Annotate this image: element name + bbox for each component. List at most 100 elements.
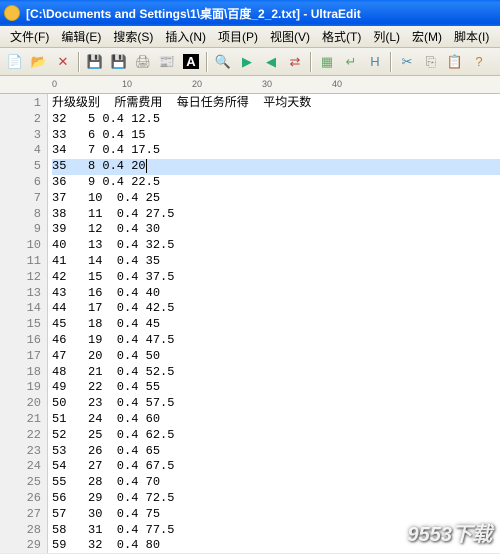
line-number: 16: [2, 333, 41, 349]
line-number: 17: [2, 349, 41, 365]
editor-line[interactable]: 45 18 0.4 45: [52, 317, 500, 333]
editor-line[interactable]: 35 8 0.4 20: [52, 159, 500, 175]
open-folder-icon[interactable]: 📂: [28, 51, 50, 73]
line-number: 4: [2, 143, 41, 159]
ruler-mark: 40: [332, 79, 342, 89]
menu-2[interactable]: 搜索(S): [107, 26, 159, 47]
editor-line[interactable]: 59 32 0.4 80: [52, 538, 500, 554]
editor-line[interactable]: 36 9 0.4 22.5: [52, 175, 500, 191]
editor-line[interactable]: 42 15 0.4 37.5: [52, 270, 500, 286]
editor-line[interactable]: 43 16 0.4 40: [52, 286, 500, 302]
help-icon[interactable]: ?: [468, 51, 490, 73]
save-all-icon[interactable]: 💾: [108, 51, 130, 73]
line-number: 3: [2, 128, 41, 144]
find-next-icon[interactable]: ▶: [236, 51, 258, 73]
line-number: 1: [2, 96, 41, 112]
line-number: 2: [2, 112, 41, 128]
ruler-mark: 0: [52, 79, 57, 89]
app-icon: [4, 5, 20, 21]
menu-3[interactable]: 插入(N): [159, 26, 212, 47]
new-file-icon[interactable]: 📄: [4, 51, 26, 73]
line-number: 14: [2, 301, 41, 317]
toolbar-separator: [390, 52, 392, 72]
editor-line[interactable]: 39 12 0.4 30: [52, 222, 500, 238]
editor-line[interactable]: 57 30 0.4 75: [52, 507, 500, 523]
menu-7[interactable]: 列(L): [367, 26, 406, 47]
editor-line[interactable]: 58 31 0.4 77.5: [52, 523, 500, 539]
print-icon[interactable]: 🖨: [132, 51, 154, 73]
editor-line[interactable]: 49 22 0.4 55: [52, 380, 500, 396]
editor-line[interactable]: 33 6 0.4 15: [52, 128, 500, 144]
titlebar: [C:\Documents and Settings\1\桌面\百度_2_2.t…: [0, 0, 500, 26]
editor-line[interactable]: 55 28 0.4 70: [52, 475, 500, 491]
menu-0[interactable]: 文件(F): [4, 26, 55, 47]
editor-line[interactable]: 34 7 0.4 17.5: [52, 143, 500, 159]
line-number: 15: [2, 317, 41, 333]
line-number: 12: [2, 270, 41, 286]
line-number: 13: [2, 286, 41, 302]
line-number: 18: [2, 365, 41, 381]
editor-line[interactable]: 54 27 0.4 67.5: [52, 459, 500, 475]
cut-icon[interactable]: ✂: [396, 51, 418, 73]
ruler-mark: 10: [122, 79, 132, 89]
editor-line[interactable]: 53 26 0.4 65: [52, 444, 500, 460]
editor-line[interactable]: 44 17 0.4 42.5: [52, 301, 500, 317]
line-number: 9: [2, 222, 41, 238]
print-preview-icon[interactable]: 📰: [156, 51, 178, 73]
ruler-mark: 30: [262, 79, 272, 89]
editor-line[interactable]: 51 24 0.4 60: [52, 412, 500, 428]
toolbar-separator: [78, 52, 80, 72]
editor-line[interactable]: 32 5 0.4 12.5: [52, 112, 500, 128]
window-title: [C:\Documents and Settings\1\桌面\百度_2_2.t…: [26, 5, 496, 22]
editor-line[interactable]: 48 21 0.4 52.5: [52, 365, 500, 381]
line-number: 10: [2, 238, 41, 254]
paste-icon[interactable]: 📋: [444, 51, 466, 73]
save-icon[interactable]: 💾: [84, 51, 106, 73]
editor-line[interactable]: 升级级别 所需费用 每日任务所得 平均天数: [52, 96, 500, 112]
editor-line[interactable]: 52 25 0.4 62.5: [52, 428, 500, 444]
menubar: 文件(F)编辑(E)搜索(S)插入(N)项目(P)视图(V)格式(T)列(L)宏…: [0, 26, 500, 48]
column-mode-icon[interactable]: ▦: [316, 51, 338, 73]
text-caret: [146, 159, 147, 173]
toolbar-separator: [206, 52, 208, 72]
editor-area: 1234567891011121314151617181920212223242…: [0, 94, 500, 553]
menu-4[interactable]: 项目(P): [212, 26, 264, 47]
line-number: 21: [2, 412, 41, 428]
editor-line[interactable]: 37 10 0.4 25: [52, 191, 500, 207]
hex-icon[interactable]: H: [364, 51, 386, 73]
menu-5[interactable]: 视图(V): [264, 26, 316, 47]
mark-icon[interactable]: A: [180, 51, 202, 73]
line-number: 24: [2, 459, 41, 475]
line-number: 11: [2, 254, 41, 270]
menu-8[interactable]: 宏(M): [406, 26, 448, 47]
toolbar: 📄📂✕💾💾🖨📰A🔍▶◀⇄▦↵H✂⎘📋?: [0, 48, 500, 76]
line-number-gutter: 1234567891011121314151617181920212223242…: [0, 94, 48, 553]
menu-1[interactable]: 编辑(E): [55, 26, 107, 47]
editor-line[interactable]: 46 19 0.4 47.5: [52, 333, 500, 349]
ruler: 010203040: [0, 76, 500, 94]
wrap-icon[interactable]: ↵: [340, 51, 362, 73]
editor-line[interactable]: 40 13 0.4 32.5: [52, 238, 500, 254]
editor-line[interactable]: 41 14 0.4 35: [52, 254, 500, 270]
editor-line[interactable]: 47 20 0.4 50: [52, 349, 500, 365]
line-number: 26: [2, 491, 41, 507]
text-editor[interactable]: 升级级别 所需费用 每日任务所得 平均天数32 5 0.4 12.533 6 0…: [48, 94, 500, 553]
find-icon[interactable]: 🔍: [212, 51, 234, 73]
editor-line[interactable]: 50 23 0.4 57.5: [52, 396, 500, 412]
menu-6[interactable]: 格式(T): [316, 26, 367, 47]
line-number: 8: [2, 207, 41, 223]
line-number: 23: [2, 444, 41, 460]
editor-line[interactable]: 56 29 0.4 72.5: [52, 491, 500, 507]
line-number: 28: [2, 523, 41, 539]
line-number: 20: [2, 396, 41, 412]
editor-line[interactable]: 38 11 0.4 27.5: [52, 207, 500, 223]
copy-icon[interactable]: ⎘: [420, 51, 442, 73]
line-number: 5: [2, 159, 41, 175]
find-prev-icon[interactable]: ◀: [260, 51, 282, 73]
replace-icon[interactable]: ⇄: [284, 51, 306, 73]
line-number: 7: [2, 191, 41, 207]
line-number: 25: [2, 475, 41, 491]
line-number: 22: [2, 428, 41, 444]
close-icon[interactable]: ✕: [52, 51, 74, 73]
menu-9[interactable]: 脚本(I): [448, 26, 495, 47]
